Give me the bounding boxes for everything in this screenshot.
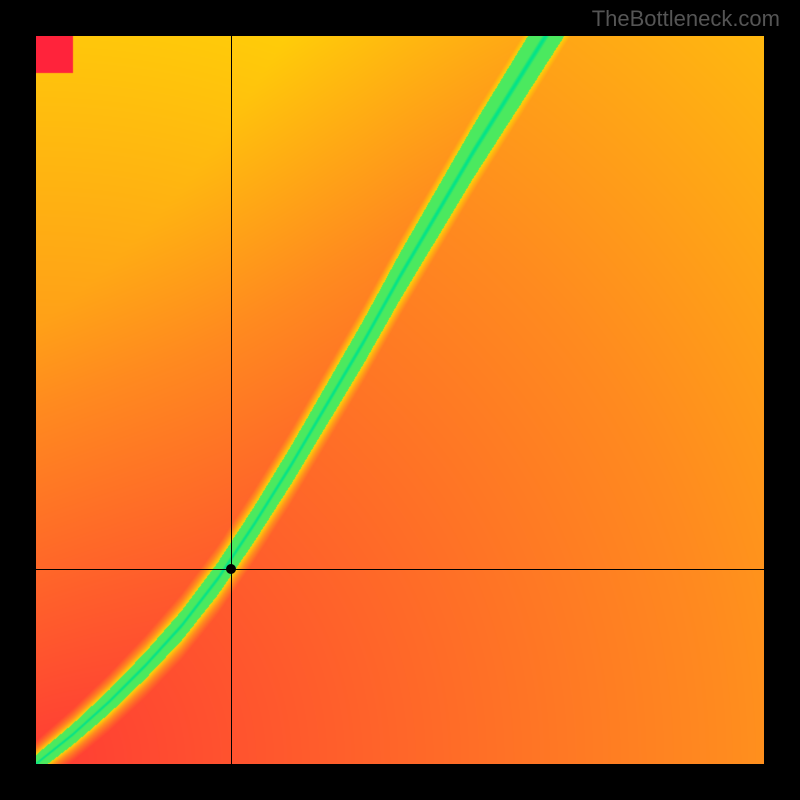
crosshair-marker — [226, 564, 236, 574]
heatmap-canvas — [36, 36, 764, 764]
watermark-text: TheBottleneck.com — [592, 6, 780, 32]
crosshair-vertical — [231, 36, 232, 764]
crosshair-horizontal — [36, 569, 764, 570]
heatmap-chart — [36, 36, 764, 764]
